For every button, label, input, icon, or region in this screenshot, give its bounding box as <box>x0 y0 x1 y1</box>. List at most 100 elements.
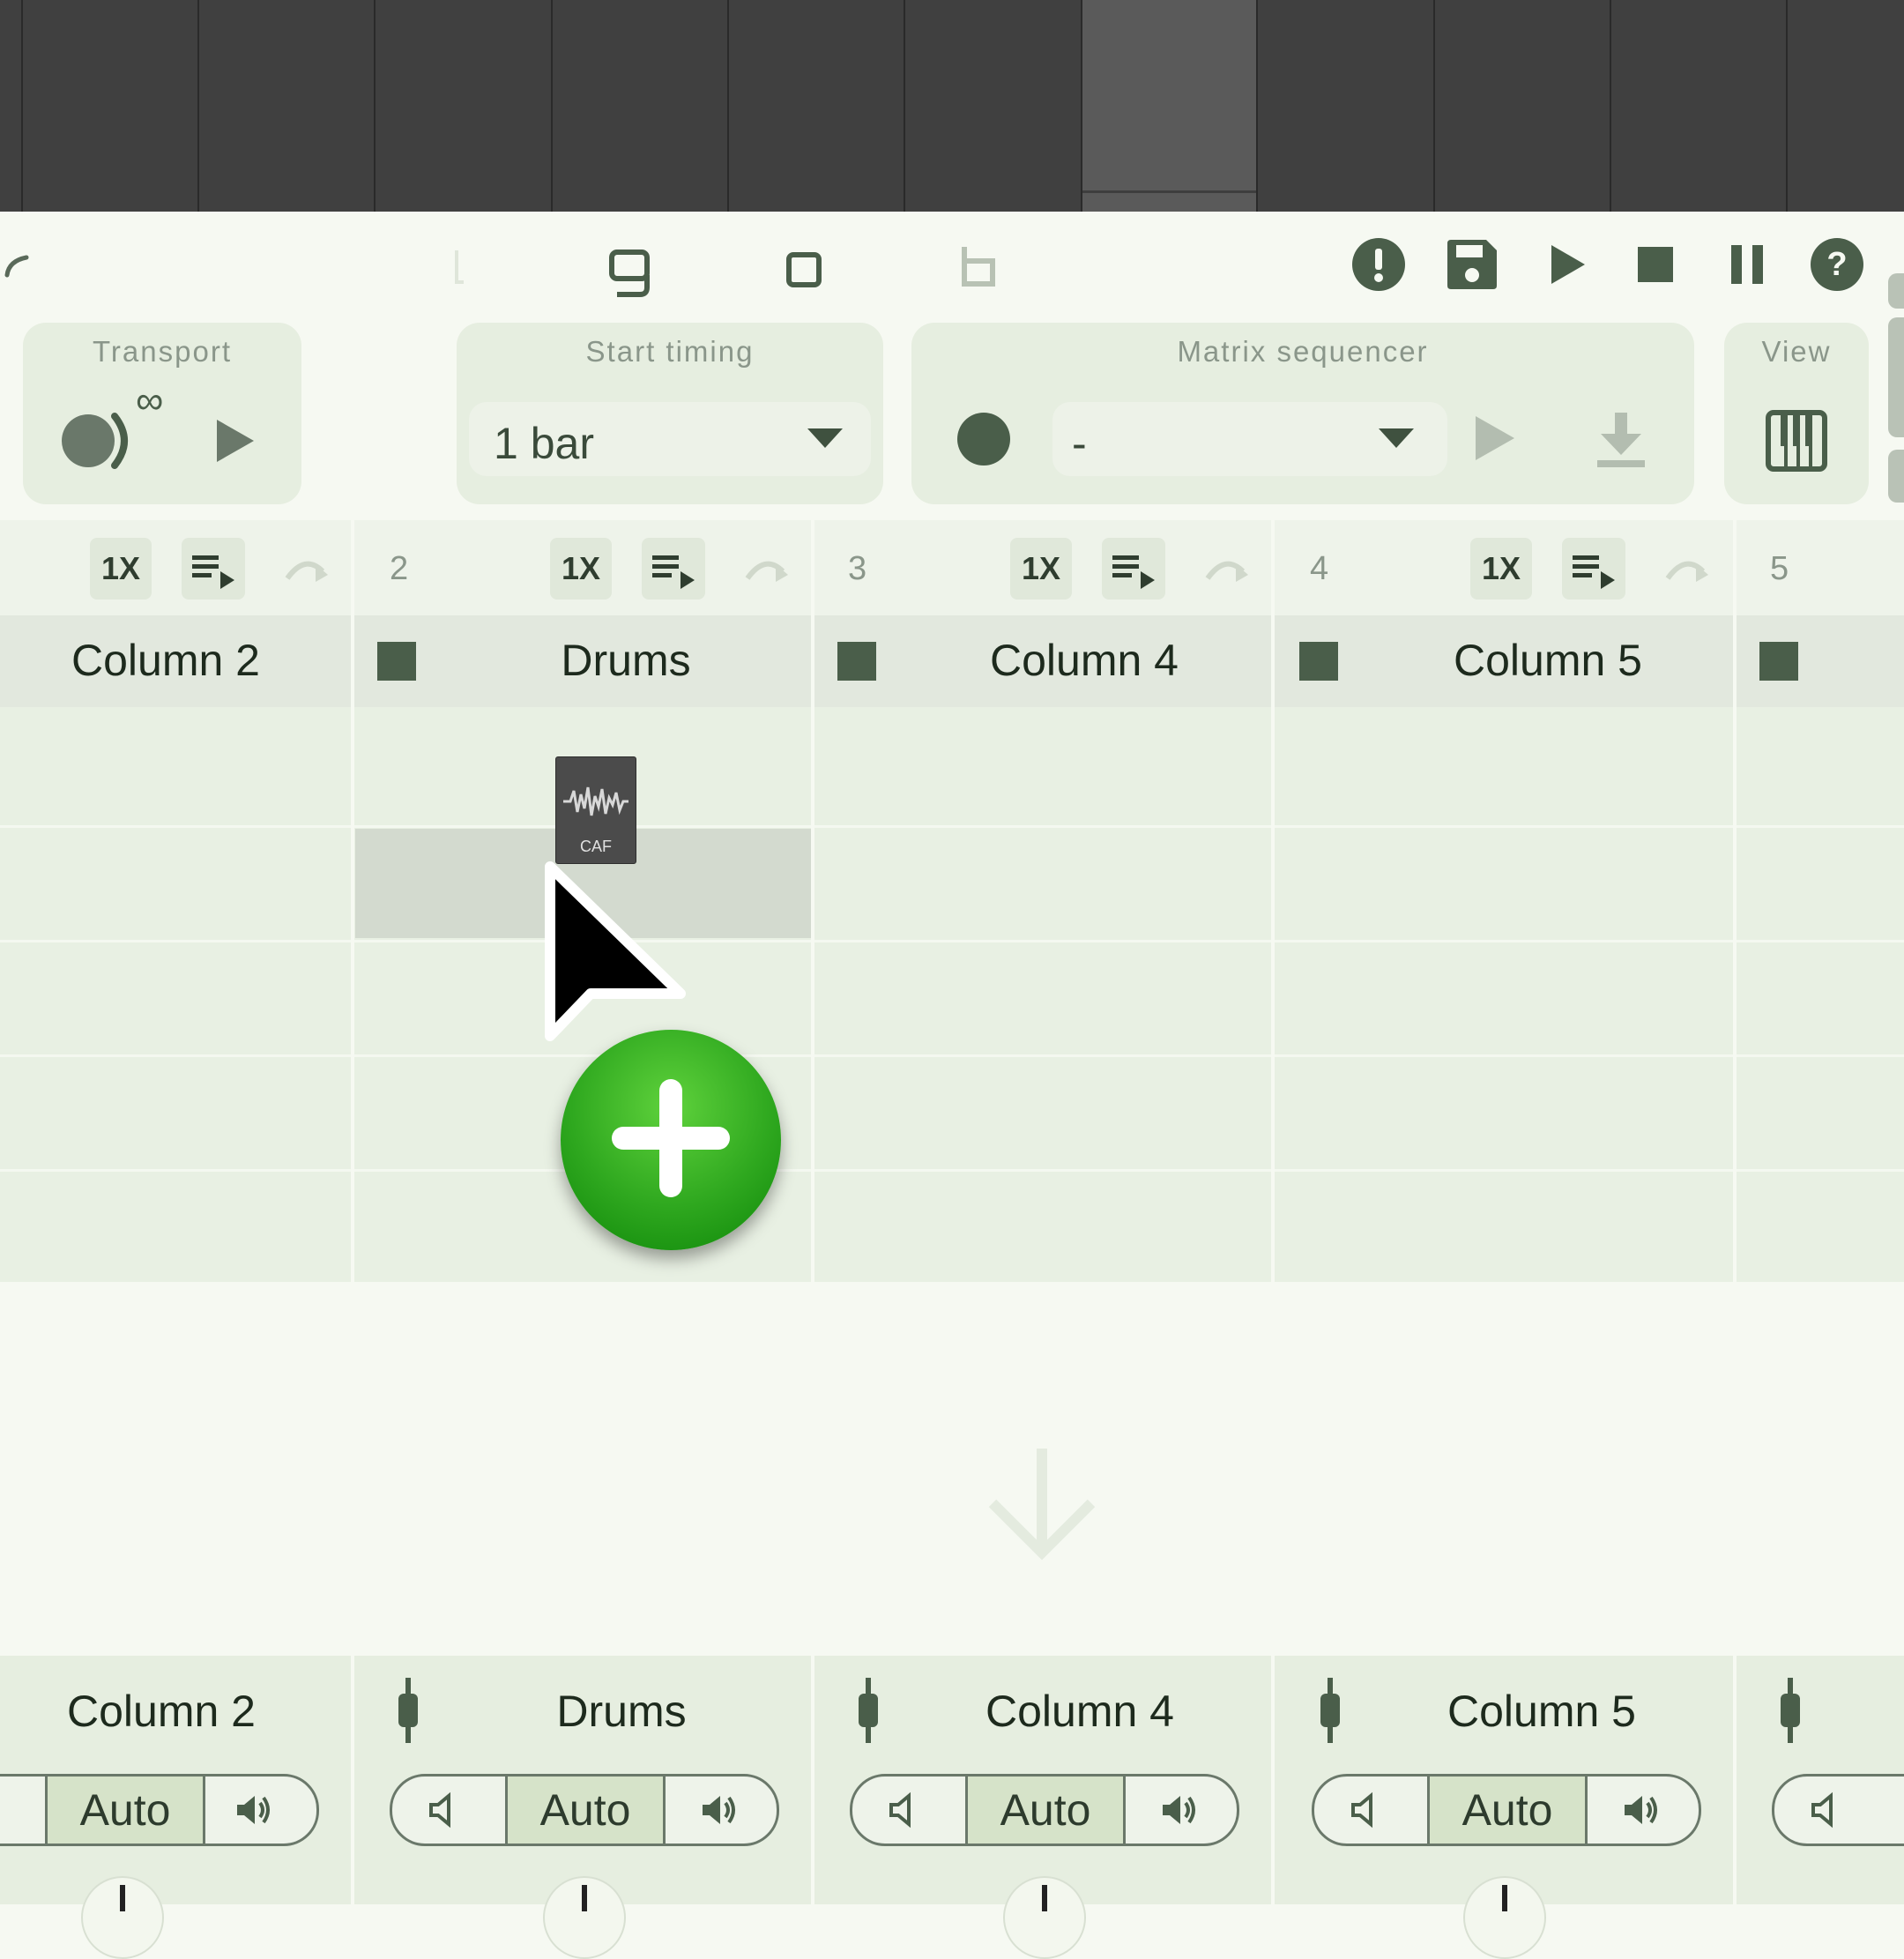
grid-row-divider <box>0 1054 1904 1057</box>
column-title[interactable]: Column 5 <box>1336 635 1759 686</box>
monitor-segmented-control[interactable] <box>1772 1774 1904 1846</box>
redo-icon[interactable] <box>740 545 793 594</box>
play-icon[interactable] <box>1537 236 1594 293</box>
loop-record-button[interactable] <box>58 407 138 474</box>
partial-icon <box>4 255 29 278</box>
dragged-audio-file[interactable]: CAF <box>555 756 636 864</box>
pause-icon[interactable] <box>1719 236 1775 293</box>
start-timing-dropdown[interactable]: 1 bar <box>469 402 871 476</box>
speaker-mute-icon[interactable] <box>1808 1791 1847 1829</box>
scrollbar-thumb[interactable] <box>1888 450 1904 503</box>
alert-icon[interactable] <box>1350 236 1407 293</box>
speaker-on-icon[interactable] <box>234 1791 272 1829</box>
scrollbar-thumb[interactable] <box>1888 273 1904 309</box>
column-divider <box>1733 520 1737 1282</box>
monitor-auto-option[interactable]: Auto <box>1427 1777 1588 1844</box>
file-type-label: CAF <box>580 838 612 855</box>
volume-knob[interactable] <box>1003 1876 1086 1959</box>
arrow-down-icon <box>988 1449 1096 1560</box>
column-stop-button[interactable] <box>1299 642 1338 681</box>
monitor-auto-option[interactable]: Auto <box>45 1777 205 1844</box>
stop-icon[interactable] <box>1627 236 1684 293</box>
volume-knob[interactable] <box>81 1876 164 1959</box>
monitor-segmented-control[interactable]: Auto <box>850 1774 1239 1846</box>
channel-name: Column 4 <box>985 1687 1174 1736</box>
column-stop-button[interactable] <box>377 642 416 681</box>
timeline-grid-line <box>374 0 376 212</box>
waveform-icon <box>563 786 628 816</box>
scrollbar-thumb[interactable] <box>1888 317 1904 437</box>
repeat-1x-button[interactable]: 1X <box>550 538 612 600</box>
queue-play-button[interactable] <box>1102 538 1165 600</box>
timeline-highlight <box>1082 0 1256 212</box>
column-title[interactable]: Column 4 <box>873 635 1296 686</box>
transport-title: Transport <box>93 335 232 368</box>
speaker-on-icon[interactable] <box>1159 1791 1198 1829</box>
svg-text:?: ? <box>1826 246 1847 283</box>
monitor-segmented-control[interactable]: Auto <box>1312 1774 1701 1846</box>
column-stop-button[interactable] <box>837 642 876 681</box>
channel-name: Column 5 <box>1447 1687 1636 1736</box>
queue-play-button[interactable] <box>642 538 705 600</box>
timeline-grid-line <box>1433 0 1435 212</box>
view-title: View <box>1761 335 1832 368</box>
queue-play-button[interactable] <box>1562 538 1625 600</box>
repeat-1x-button[interactable]: 1X <box>1470 538 1532 600</box>
monitor-segmented-control[interactable]: Auto <box>0 1774 319 1846</box>
plus-vertical-bar <box>659 1079 682 1197</box>
partial-b-icon <box>962 247 995 287</box>
sequencer-record-button[interactable] <box>956 411 1012 467</box>
speaker-mute-icon[interactable] <box>886 1791 925 1829</box>
repeat-1x-button[interactable]: 1X <box>90 538 152 600</box>
chevron-down-icon <box>807 428 843 448</box>
start-timing-value: 1 bar <box>494 419 594 468</box>
repeat-1x-button[interactable]: 1X <box>1010 538 1072 600</box>
plugin-toolbar <box>0 212 1904 317</box>
timeline-grid-line <box>904 0 905 212</box>
partial-icon <box>455 250 464 284</box>
column-number: 2 <box>390 550 409 587</box>
column-title[interactable]: Drums <box>414 635 837 686</box>
matrix-sequencer-panel: Matrix sequencer - <box>911 323 1694 504</box>
column-divider <box>351 1656 354 1904</box>
timeline-grid-line <box>1786 0 1788 212</box>
column-divider <box>1271 520 1275 1282</box>
transport-panel: Transport ∞ <box>23 323 301 504</box>
host-timeline-area <box>0 0 1904 212</box>
redo-icon[interactable] <box>1661 545 1714 594</box>
monitor-segmented-control[interactable]: Auto <box>390 1774 779 1846</box>
clip-grid[interactable] <box>0 707 1904 1282</box>
monitor-auto-option[interactable]: Auto <box>505 1777 666 1844</box>
speaker-mute-icon[interactable] <box>426 1791 465 1829</box>
speaker-mute-icon[interactable] <box>1348 1791 1387 1829</box>
speaker-on-icon[interactable] <box>1621 1791 1660 1829</box>
volume-knob[interactable] <box>543 1876 626 1959</box>
sequencer-play-button[interactable] <box>1469 411 1520 466</box>
timeline-highlight-line <box>1082 190 1256 193</box>
timeline-grid-line <box>1081 0 1082 212</box>
download-icon[interactable] <box>1594 409 1648 469</box>
timeline-grid-line <box>1256 0 1258 212</box>
speaker-on-icon[interactable] <box>699 1791 738 1829</box>
chevron-down-icon <box>1379 428 1414 448</box>
save-icon[interactable] <box>1444 236 1500 293</box>
piano-keyboard-icon[interactable] <box>1765 409 1828 473</box>
sequence-dropdown[interactable]: - <box>1052 402 1447 476</box>
redo-icon[interactable] <box>1201 545 1253 594</box>
input-jack-icon <box>1781 1678 1800 1743</box>
partial-g-icon <box>609 250 650 297</box>
queue-play-button[interactable] <box>182 538 245 600</box>
channel-name: Drums <box>556 1687 687 1736</box>
channel-name: Column 2 <box>67 1687 256 1736</box>
column-title[interactable]: Column 2 <box>0 635 331 686</box>
monitor-auto-option[interactable]: Auto <box>965 1777 1126 1844</box>
column-number: 4 <box>1310 550 1329 587</box>
transport-play-button[interactable] <box>210 414 259 467</box>
column-number: 5 <box>1770 550 1789 587</box>
column-number: 3 <box>848 550 867 587</box>
help-icon[interactable]: ? <box>1809 236 1865 293</box>
volume-knob[interactable] <box>1463 1876 1546 1959</box>
start-timing-title: Start timing <box>585 335 755 368</box>
redo-icon[interactable] <box>280 545 333 594</box>
column-stop-button[interactable] <box>1759 642 1798 681</box>
